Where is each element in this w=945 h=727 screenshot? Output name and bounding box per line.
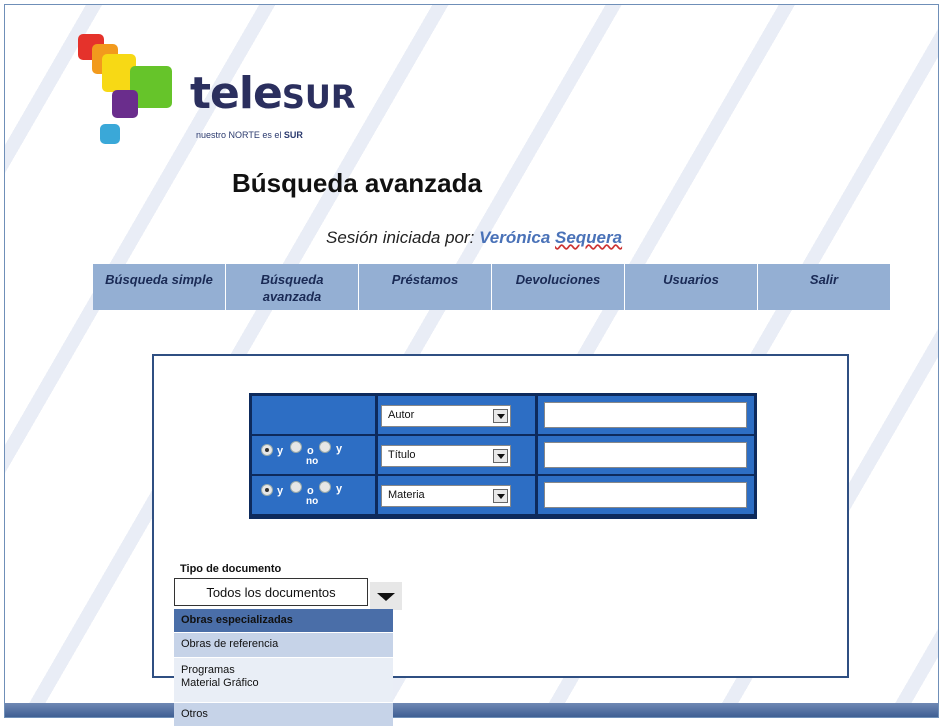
search-term-input[interactable] [544, 442, 747, 468]
main-nav: Búsqueda simple Búsqueda avanzada Présta… [93, 264, 890, 310]
logo-word-tele: tele [190, 68, 283, 119]
search-term-input[interactable] [544, 482, 747, 508]
logo-word-sur: SUR [281, 78, 356, 116]
dropdown-option[interactable]: Otros [174, 703, 393, 727]
radio-and-not[interactable] [319, 441, 331, 453]
nav-busqueda-simple[interactable]: Búsqueda simple [93, 264, 226, 310]
session-user: Verónica Sequera [479, 228, 622, 247]
nav-prestamos[interactable]: Préstamos [359, 264, 492, 310]
radio-or[interactable] [290, 481, 302, 493]
criteria-row: y o y no Materia [252, 476, 754, 514]
nav-salir[interactable]: Salir [758, 264, 890, 310]
operator-cell: y o y no [252, 436, 375, 474]
nav-busqueda-avanzada[interactable]: Búsqueda avanzada [226, 264, 359, 310]
field-select[interactable]: Materia [381, 485, 511, 507]
logo-wordmark: teleSUR [190, 68, 355, 119]
field-cell: Materia [378, 476, 535, 514]
boolean-operator-group: y o y no [261, 441, 373, 472]
logo-tagline: nuestro NORTE es el SUR [196, 130, 303, 140]
chevron-down-icon[interactable] [493, 489, 508, 503]
doc-type-select[interactable]: Todos los documentos [174, 578, 368, 606]
label-and-not-y: y [336, 483, 343, 495]
criteria-row: Autor [252, 396, 754, 434]
operator-cell: y o y no [252, 476, 375, 514]
field-cell: Autor [378, 396, 535, 434]
logo-square-blue [100, 124, 120, 144]
doc-type-label: Tipo de documento [180, 563, 282, 575]
bottom-bar [5, 703, 938, 717]
session-user-first: Verónica [479, 228, 555, 247]
search-term-input[interactable] [544, 402, 747, 428]
value-cell [538, 436, 754, 474]
radio-or[interactable] [290, 441, 302, 453]
tagline-bold: SUR [283, 130, 303, 140]
field-select-value: Autor [388, 409, 415, 421]
nav-usuarios[interactable]: Usuarios [625, 264, 758, 310]
operator-cell [252, 396, 375, 434]
field-select-value: Materia [388, 489, 425, 501]
field-cell: Título [378, 436, 535, 474]
value-cell [538, 396, 754, 434]
field-select-value: Título [388, 449, 416, 461]
telesur-logo: teleSUR nuestro NORTE es el SUR [78, 34, 355, 149]
label-and-not-y: y [336, 443, 343, 455]
label-and-not-no: no [306, 456, 319, 467]
radio-and[interactable] [261, 484, 273, 496]
label-and: y [277, 485, 284, 497]
radio-and[interactable] [261, 444, 273, 456]
dropdown-option[interactable]: Obras de referencia [174, 633, 393, 658]
chevron-down-icon[interactable] [493, 449, 508, 463]
search-criteria-table: Autor y o y no Título y o y no Materia [249, 393, 757, 519]
radio-and-not[interactable] [319, 481, 331, 493]
page-title: Búsqueda avanzada [232, 168, 482, 198]
field-select[interactable]: Título [381, 445, 511, 467]
criteria-row: y o y no Título [252, 436, 754, 474]
chevron-down-icon[interactable] [370, 582, 402, 610]
label-and-not-no: no [306, 496, 319, 507]
session-label: Sesión iniciada por: [326, 228, 480, 247]
doc-type-dropdown: Obras especializadas Obras de referencia… [174, 609, 393, 727]
boolean-operator-group: y o y no [261, 481, 373, 512]
dropdown-option[interactable]: Obras especializadas [174, 609, 393, 633]
dropdown-option[interactable]: Programas Material Gráfico [174, 658, 393, 703]
nav-devoluciones[interactable]: Devoluciones [492, 264, 625, 310]
value-cell [538, 476, 754, 514]
session-info: Sesión iniciada por: Verónica Sequera [326, 228, 622, 248]
field-select[interactable]: Autor [381, 405, 511, 427]
chevron-down-icon[interactable] [493, 409, 508, 423]
tagline-prefix: nuestro NORTE es el [196, 130, 284, 140]
session-user-last: Sequera [555, 228, 623, 247]
label-and: y [277, 445, 284, 457]
logo-square-purple [112, 90, 138, 118]
